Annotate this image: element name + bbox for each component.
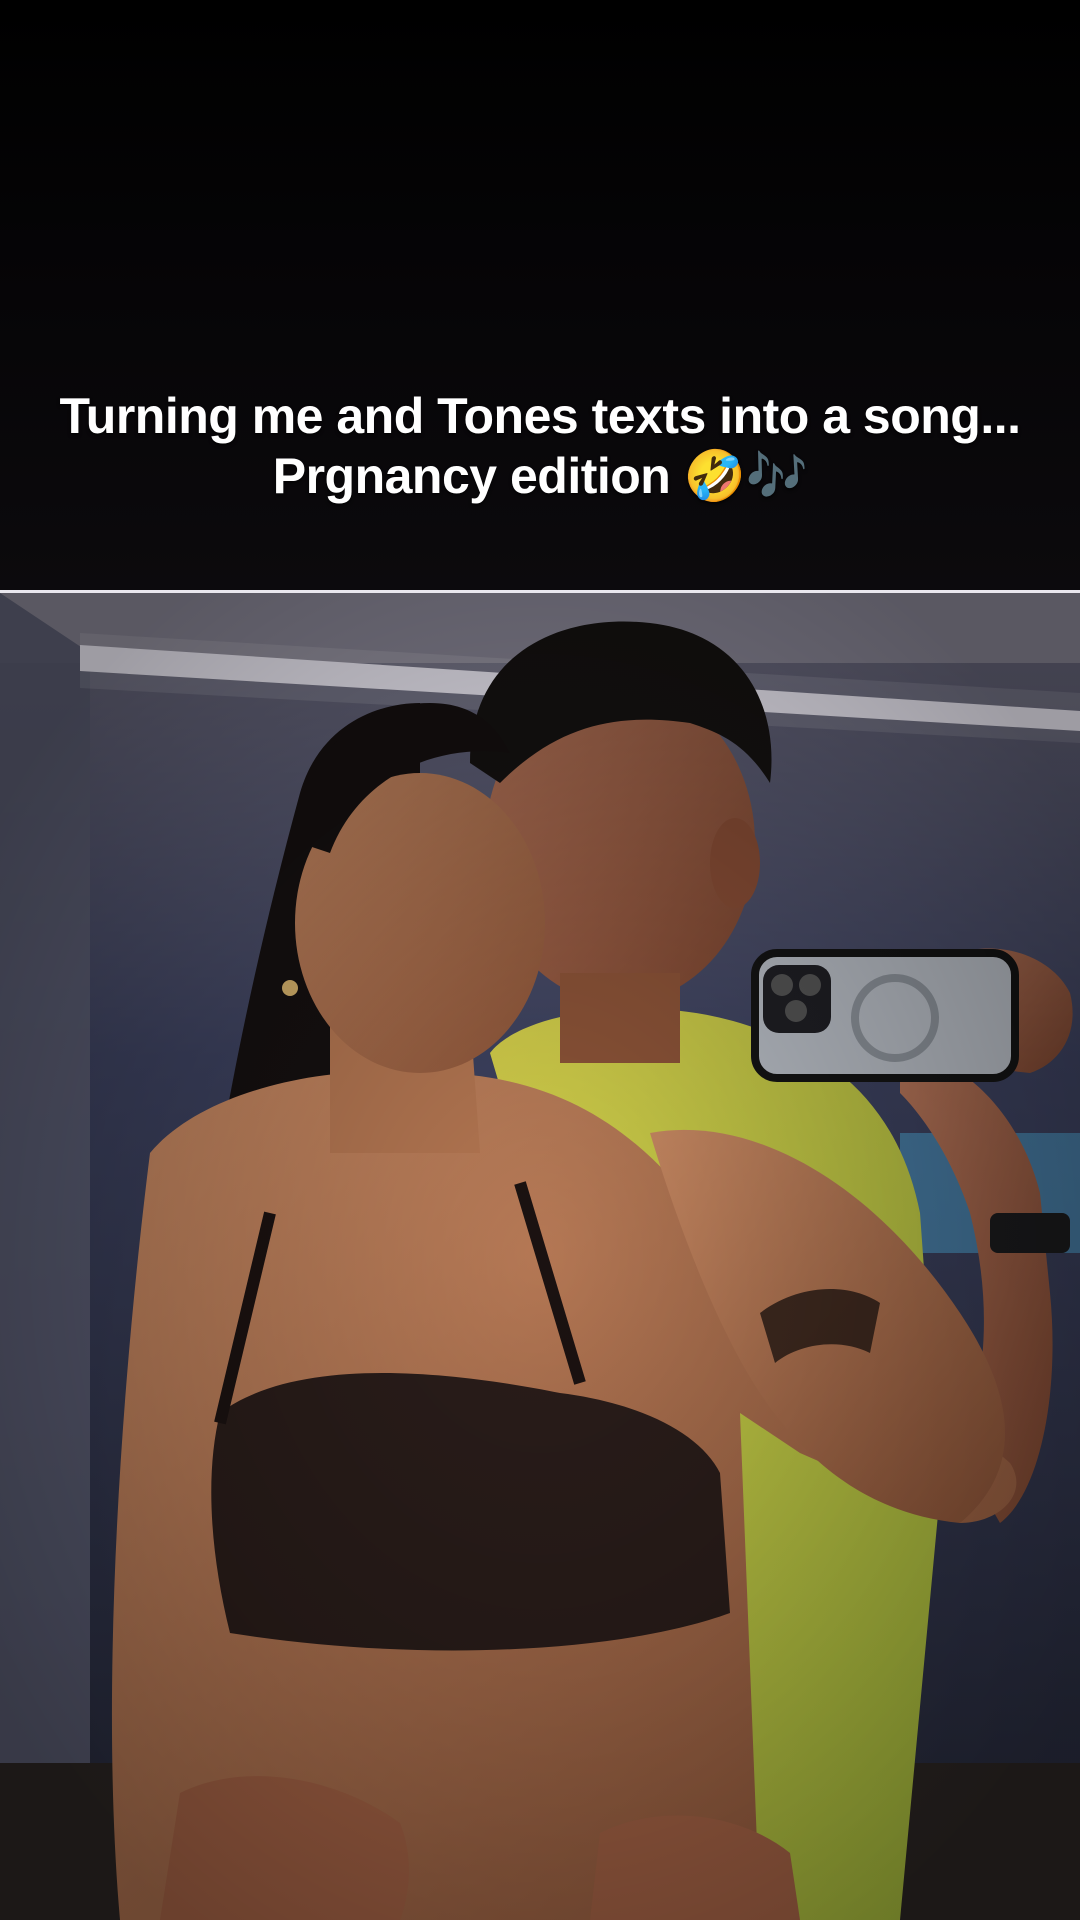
caption-line-2: Prgnancy edition 🤣🎶 [272,448,808,504]
couple-selfie-photo [0,593,1080,1920]
video-caption: Turning me and Tones texts into a song..… [40,386,1040,506]
caption-panel: Turning me and Tones texts into a song..… [0,0,1080,590]
vignette [0,593,1080,1920]
video-post-screen: Turning me and Tones texts into a song..… [0,0,1080,1920]
photo-illustration [0,593,1080,1920]
caption-line-1: Turning me and Tones texts into a song..… [59,388,1021,444]
